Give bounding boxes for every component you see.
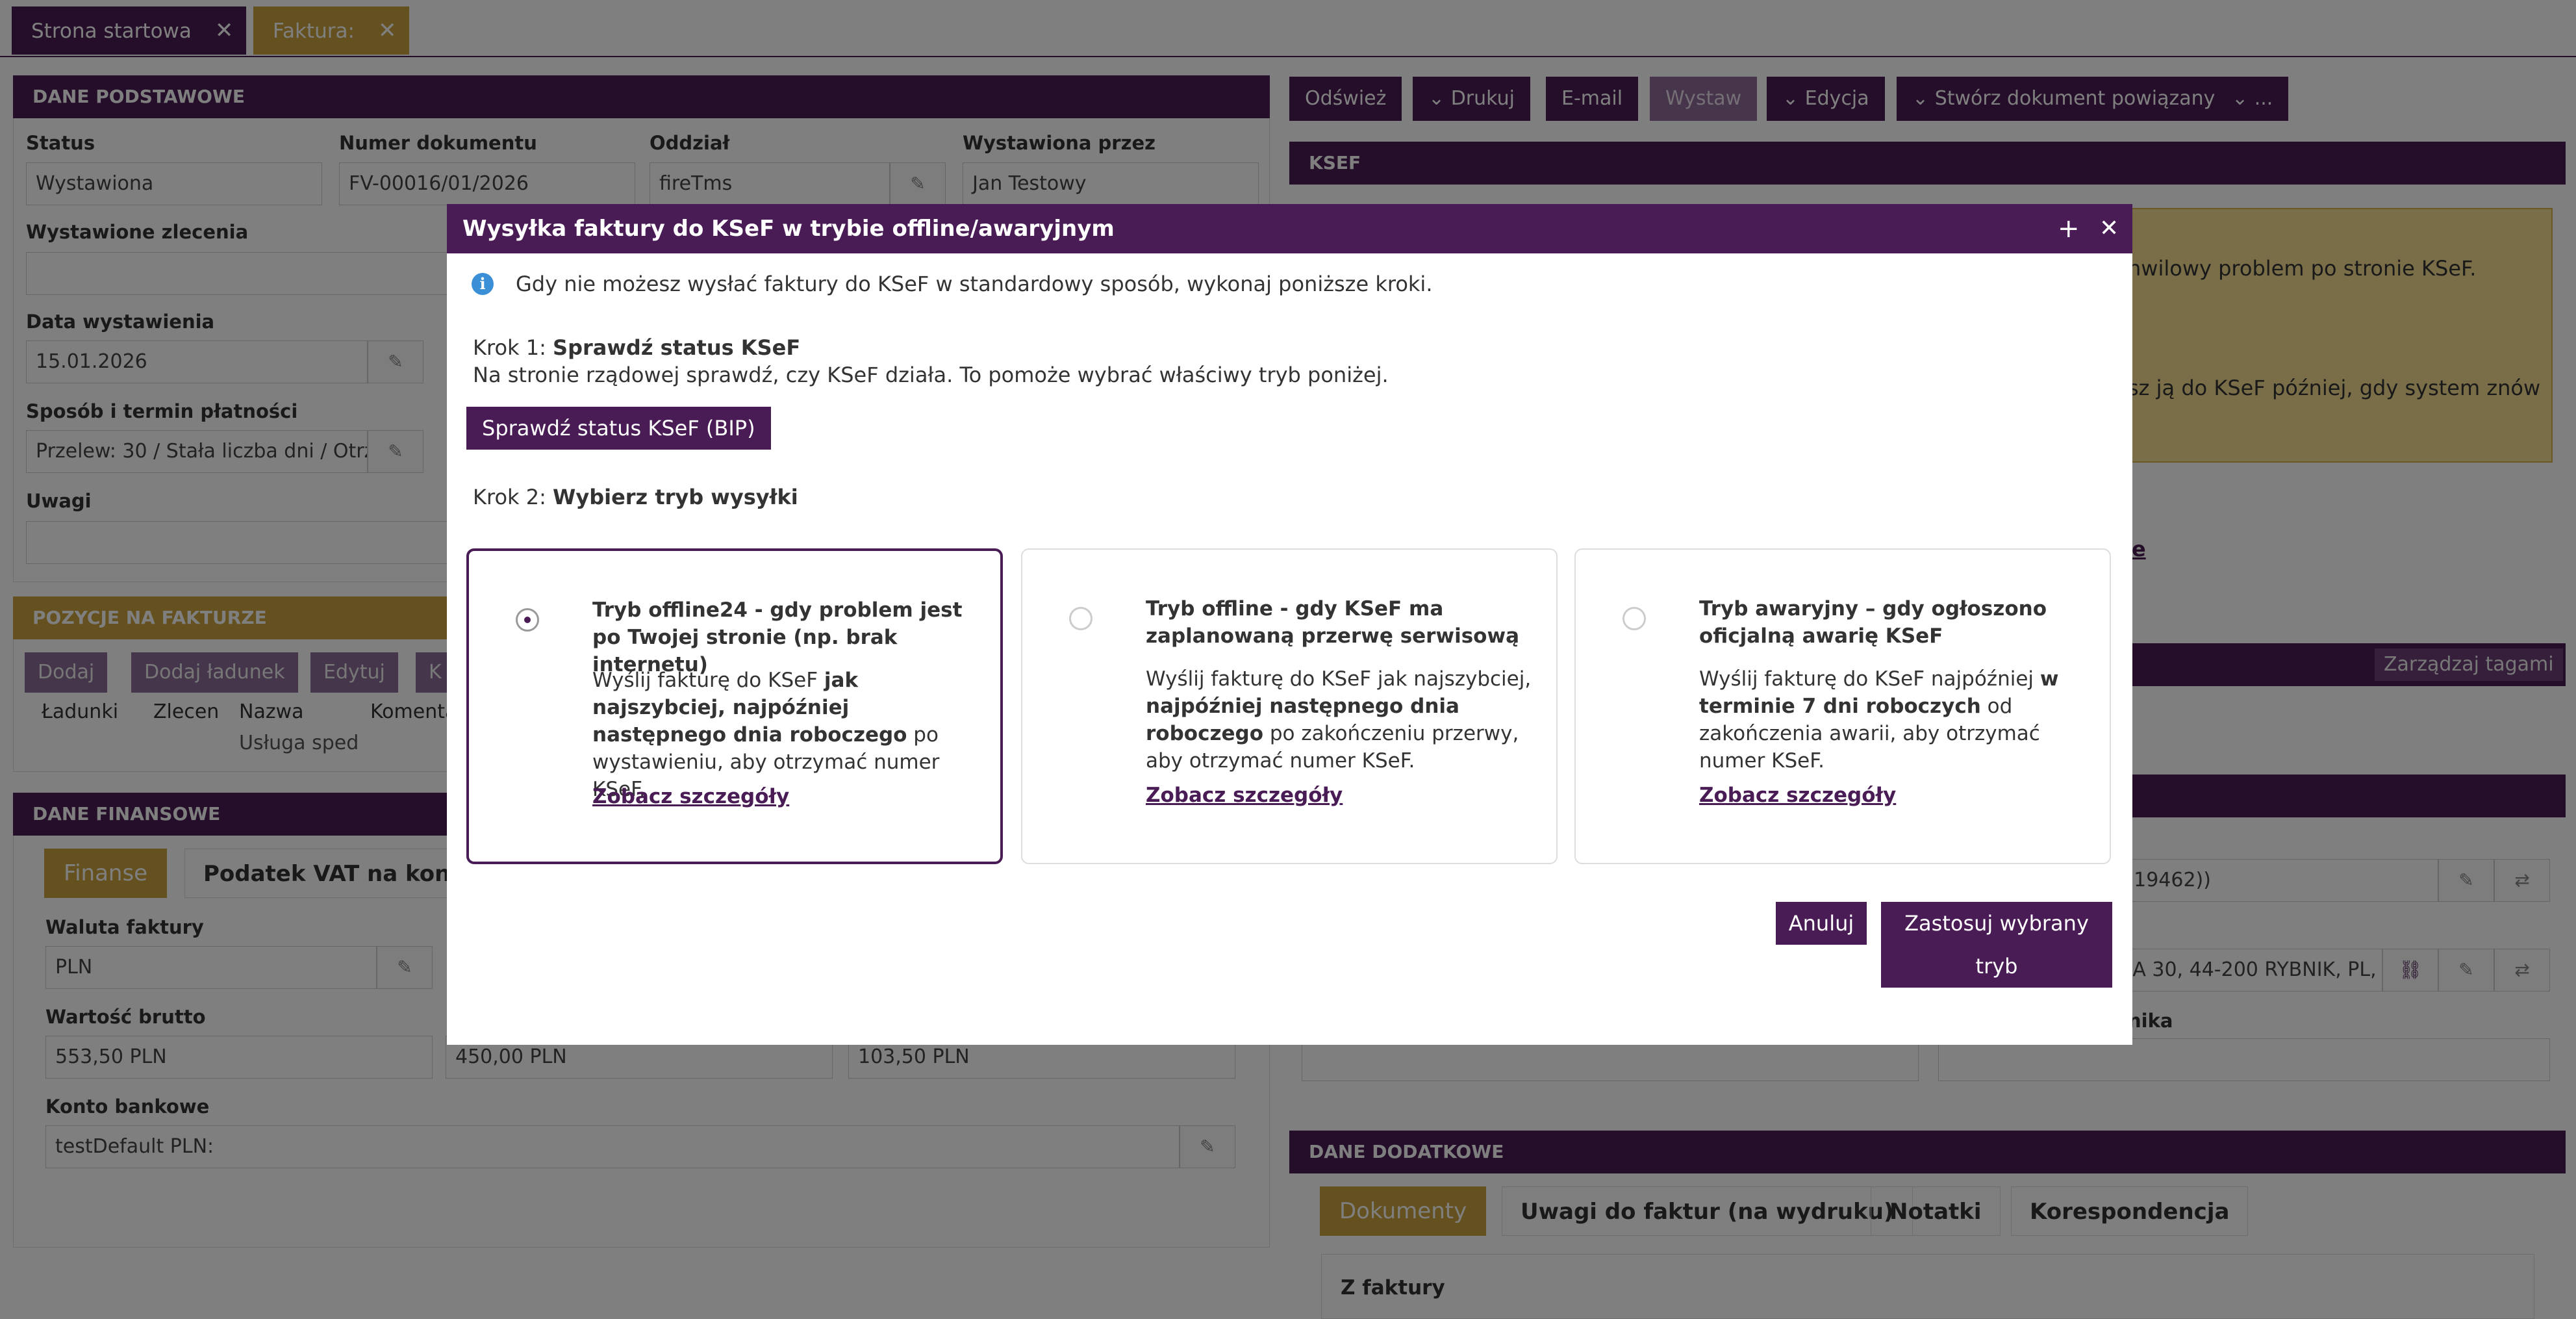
option-title: Tryb offline - gdy KSeF ma zaplanowaną p…	[1146, 597, 1520, 648]
ksef-offline-dialog: Wysyłka faktury do KSeF w trybie offline…	[447, 204, 2132, 1045]
option-desc-part: Wyślij fakturę do KSeF	[592, 669, 824, 692]
radio-emergency[interactable]	[1623, 607, 1646, 630]
apply-mode-button[interactable]: Zastosuj wybrany tryb	[1881, 902, 2112, 988]
close-icon[interactable]: ✕	[2099, 204, 2119, 253]
option-desc: Wyślij fakturę do KSeF jak najszybciej, …	[592, 667, 982, 803]
cancel-button[interactable]: Anuluj	[1776, 902, 1867, 945]
details-link[interactable]: Zobacz szczegóły	[1699, 784, 1896, 807]
option-desc: Wyślij fakturę do KSeF najpóźniej w term…	[1699, 665, 2089, 775]
option-title: Tryb awaryjny – gdy ogłoszono oficjalną …	[1699, 597, 2047, 648]
option-desc-part: Wyślij fakturę do KSeF jak najszybciej,	[1146, 667, 1532, 691]
option-desc-part: Wyślij fakturę do KSeF najpóźniej	[1699, 667, 2040, 691]
step2-heading: Krok 2: Wybierz tryb wysyłki	[473, 485, 798, 509]
step1-heading: Krok 1: Sprawdź status KSeF	[473, 335, 800, 360]
info-text: Gdy nie możesz wysłać faktury do KSeF w …	[516, 272, 1433, 296]
step1-title: Sprawdź status KSeF	[553, 335, 801, 360]
option-desc: Wyślij fakturę do KSeF jak najszybciej, …	[1146, 665, 1535, 775]
info-icon: i	[472, 273, 494, 295]
check-status-button[interactable]: Sprawdź status KSeF (BIP)	[466, 407, 771, 450]
step1-prefix: Krok 1:	[473, 335, 553, 360]
step1-desc: Na stronie rządowej sprawdź, czy KSeF dz…	[473, 363, 1389, 387]
radio-offline24[interactable]	[516, 608, 539, 632]
radio-offline[interactable]	[1069, 607, 1092, 630]
dialog-title: Wysyłka faktury do KSeF w trybie offline…	[447, 204, 2132, 253]
option-offline[interactable]: Tryb offline - gdy KSeF ma zaplanowaną p…	[1021, 548, 1558, 864]
details-link[interactable]: Zobacz szczegóły	[592, 785, 789, 808]
option-offline24[interactable]: Tryb offline24 - gdy problem jest po Two…	[466, 548, 1003, 864]
step2-prefix: Krok 2:	[473, 485, 553, 509]
details-link[interactable]: Zobacz szczegóły	[1146, 784, 1343, 807]
option-emergency[interactable]: Tryb awaryjny – gdy ogłoszono oficjalną …	[1574, 548, 2111, 864]
maximize-icon[interactable]: +	[2058, 204, 2080, 253]
step2-title: Wybierz tryb wysyłki	[553, 485, 798, 509]
